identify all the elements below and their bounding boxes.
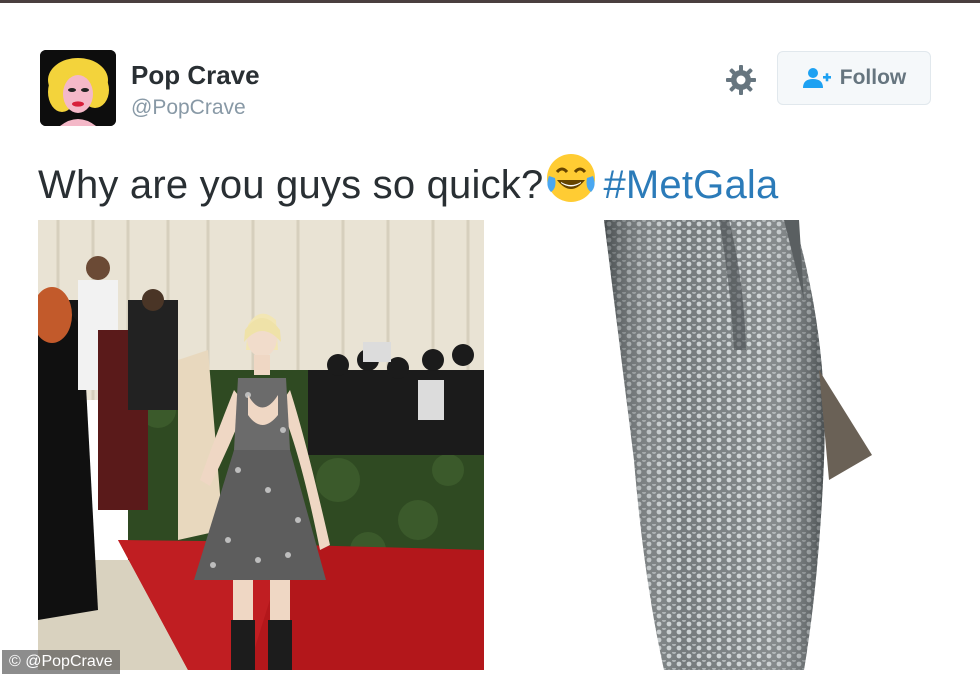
author-handle[interactable]: @PopCrave bbox=[131, 96, 246, 120]
avatar-image bbox=[40, 50, 116, 126]
add-user-icon bbox=[802, 68, 831, 88]
tweet-text: Why are you guys so quick? #MetGala bbox=[38, 152, 778, 208]
tweet-media[interactable] bbox=[38, 220, 934, 670]
avatar[interactable] bbox=[40, 50, 116, 126]
follow-button[interactable]: Follow bbox=[777, 51, 931, 105]
author-name[interactable]: Pop Crave bbox=[131, 60, 260, 91]
watermark: © @PopCrave bbox=[2, 650, 120, 674]
top-divider bbox=[0, 0, 980, 3]
fish-photo[interactable] bbox=[484, 220, 934, 670]
hashtag-link[interactable]: #MetGala bbox=[603, 163, 778, 207]
red-carpet-photo[interactable] bbox=[38, 220, 484, 670]
follow-label: Follow bbox=[839, 66, 907, 89]
face-with-tears-of-joy-icon bbox=[545, 152, 597, 204]
tweet-card: Pop Crave @PopCrave Follow Why are you g… bbox=[0, 0, 980, 675]
tweet-body: Why are you guys so quick? bbox=[38, 163, 544, 207]
gear-icon[interactable] bbox=[724, 63, 758, 97]
